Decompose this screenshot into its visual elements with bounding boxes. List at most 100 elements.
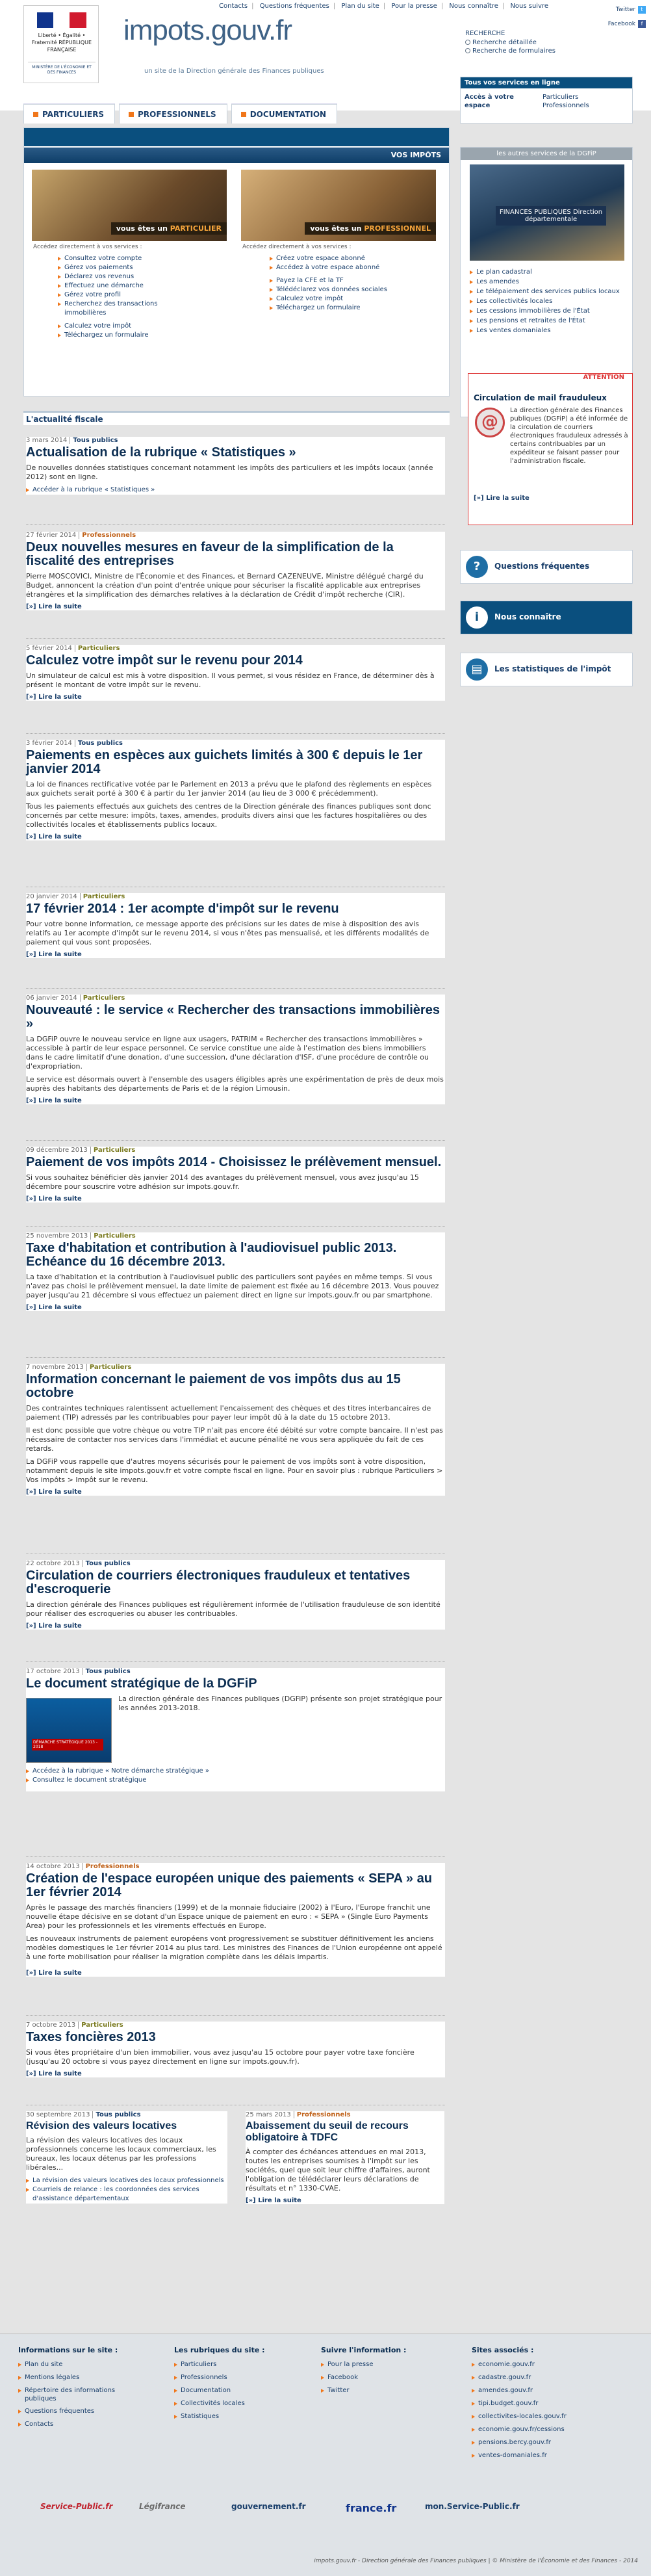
footer-link[interactable]: Twitter: [321, 2384, 406, 2397]
service-calculer-impot[interactable]: Calculez votre impôt: [57, 322, 212, 331]
read-more-link[interactable]: Lire la suite: [26, 1489, 445, 1496]
service-gerer-profil[interactable]: Gérez votre profil: [57, 291, 212, 300]
article-title[interactable]: Paiement de vos impôts 2014 - Choisissez…: [26, 1156, 445, 1169]
footer-link[interactable]: Contacts: [18, 2418, 118, 2431]
footer-link[interactable]: Pour la presse: [321, 2358, 406, 2371]
service-telecharger-formulaire-pro[interactable]: Téléchargez un formulaire: [268, 304, 437, 313]
tab-particuliers[interactable]: PARTICULIERS: [23, 104, 116, 124]
read-more-link[interactable]: Lire la suite: [26, 1195, 445, 1203]
read-more-link[interactable]: Lire la suite: [26, 1622, 445, 1630]
read-more-link[interactable]: Lire la suite: [26, 694, 445, 701]
article-title[interactable]: Circulation de courriers électroniques f…: [26, 1569, 445, 1596]
footer-link[interactable]: Répertoire des informations publiques: [18, 2384, 116, 2405]
faq-button[interactable]: ? Questions fréquentes: [460, 550, 633, 584]
article-link[interactable]: Accédez à la rubrique « Notre démarche s…: [26, 1767, 209, 1776]
footer-link[interactable]: Questions fréquentes: [18, 2405, 118, 2418]
footer-link[interactable]: tipi.budget.gouv.fr: [472, 2397, 567, 2410]
footer-link[interactable]: Mentions légales: [18, 2371, 118, 2384]
toplink-faq[interactable]: Questions fréquentes: [258, 3, 331, 10]
dgfip-service-link[interactable]: Les ventes domaniales: [470, 326, 626, 335]
footer-link[interactable]: Professionnels: [174, 2371, 265, 2384]
dgfip-service-link[interactable]: Les cessions immobilières de l'État: [470, 306, 626, 316]
service-calculer-impot-pro[interactable]: Calculez votre impôt: [268, 294, 437, 304]
article-title[interactable]: Révision des valeurs locatives: [26, 2120, 227, 2132]
read-more-link[interactable]: Lire la suite: [26, 951, 445, 958]
article-title[interactable]: Abaissement du seuil de recours obligato…: [246, 2120, 444, 2144]
article-link[interactable]: Accéder à la rubrique « Statistiques »: [26, 486, 445, 495]
service-telecharger-formulaire[interactable]: Téléchargez un formulaire: [57, 331, 212, 340]
service-transactions-immobilieres[interactable]: Recherchez des transactions immobilières: [57, 300, 173, 318]
article-link[interactable]: Consultez le document stratégique: [26, 1776, 209, 1785]
article-link[interactable]: Courriels de relance : les coordonnées d…: [26, 2185, 227, 2204]
footer-link[interactable]: economie.gouv.fr: [472, 2358, 567, 2371]
service-payer-cfe[interactable]: Payez la CFE et la TF: [268, 276, 437, 285]
article-title[interactable]: Création de l'espace européen unique des…: [26, 1872, 445, 1899]
professionnel-card[interactable]: vous êtes un PROFESSIONNEL: [241, 170, 436, 241]
footer-link[interactable]: Documentation: [174, 2384, 265, 2397]
service-teledeclarer-sociales[interactable]: Télédéclarez vos données sociales: [268, 285, 437, 294]
dgfip-service-link[interactable]: Le télépaiement des services publics loc…: [470, 287, 626, 296]
dgfip-service-link[interactable]: Les collectivités locales: [470, 296, 626, 306]
article-title[interactable]: Calculez votre impôt sur le revenu pour …: [26, 654, 445, 668]
article-title[interactable]: Actualisation de la rubrique « Statistiq…: [26, 446, 445, 460]
article-title[interactable]: 17 février 2014 : 1er acompte d'impôt su…: [26, 902, 445, 916]
toplink-contacts[interactable]: Contacts: [217, 3, 249, 10]
footer-link[interactable]: Facebook: [321, 2371, 406, 2384]
article-title[interactable]: Information concernant le paiement de vo…: [26, 1373, 445, 1400]
footer-link[interactable]: amendes.gouv.fr: [472, 2384, 567, 2397]
footer-link[interactable]: Collectivités locales: [174, 2397, 265, 2410]
attention-read-more[interactable]: [»] Lire la suite: [474, 495, 530, 502]
france-fr-logo[interactable]: france.fr: [346, 2502, 396, 2514]
footer-link[interactable]: pensions.bercy.gouv.fr: [472, 2436, 567, 2449]
dgfip-service-link[interactable]: Les amendes: [470, 277, 626, 287]
space-professionnels-link[interactable]: Professionnels: [542, 101, 589, 110]
strategy-document-cover[interactable]: DÉMARCHE STRATÉGIQUE 2013 - 2018: [26, 1698, 112, 1763]
service-consulter-compte[interactable]: Consultez votre compte: [57, 254, 212, 263]
toplink-follow[interactable]: Nous suivre: [508, 3, 550, 10]
toplink-sitemap[interactable]: Plan du site: [339, 3, 381, 10]
about-button[interactable]: i Nous connaître: [460, 601, 633, 634]
footer-link[interactable]: cadastre.gouv.fr: [472, 2371, 567, 2384]
site-brand[interactable]: impots.gouv.fr: [123, 14, 292, 47]
service-public-logo[interactable]: Service-Public.fr: [40, 2502, 112, 2511]
article-title[interactable]: Deux nouvelles mesures en faveur de la s…: [26, 541, 445, 568]
footer-link[interactable]: ventes-domaniales.fr: [472, 2449, 567, 2462]
space-particuliers-link[interactable]: Particuliers: [542, 93, 589, 101]
toplink-press[interactable]: Pour la presse: [389, 3, 439, 10]
read-more-link[interactable]: Lire la suite: [26, 2070, 445, 2077]
article-title[interactable]: Nouveauté : le service « Rechercher des …: [26, 1004, 445, 1031]
footer-link[interactable]: Plan du site: [18, 2358, 118, 2371]
tab-professionnels[interactable]: PROFESSIONNELS: [119, 104, 227, 124]
legifrance-logo[interactable]: Légifrance: [139, 2502, 186, 2511]
footer-link[interactable]: Particuliers: [174, 2358, 265, 2371]
gouvernement-logo[interactable]: gouvernement.fr: [231, 2502, 306, 2511]
article-link[interactable]: La révision des valeurs locatives des lo…: [26, 2176, 227, 2185]
article-title[interactable]: Le document stratégique de la DGFiP: [26, 1677, 445, 1691]
mon-service-public-logo[interactable]: mon.Service-Public.fr: [425, 2502, 520, 2511]
article-title[interactable]: Taxes foncières 2013: [26, 2031, 445, 2044]
search-option-forms[interactable]: Recherche de formulaires: [465, 47, 628, 55]
article-title[interactable]: Paiements en espèces aux guichets limité…: [26, 749, 445, 776]
read-more-link[interactable]: Lire la suite: [246, 2197, 444, 2204]
read-more-link[interactable]: Lire la suite: [26, 1970, 445, 1977]
tab-documentation[interactable]: DOCUMENTATION: [231, 104, 338, 124]
government-logo[interactable]: Liberté • Égalité • Fraternité RÉPUBLIQU…: [23, 5, 99, 83]
service-declarer-revenus[interactable]: Déclarez vos revenus: [57, 272, 212, 281]
service-creer-espace[interactable]: Créez votre espace abonné: [268, 254, 437, 263]
article-title[interactable]: Taxe d'habitation et contribution à l'au…: [26, 1242, 445, 1269]
statistics-button[interactable]: ▤ Les statistiques de l'impôt: [460, 653, 633, 686]
service-gerer-paiements[interactable]: Gérez vos paiements: [57, 263, 212, 272]
dgfip-service-link[interactable]: Le plan cadastral: [470, 267, 626, 277]
read-more-link[interactable]: Lire la suite: [26, 1097, 445, 1104]
footer-link[interactable]: collectivites-locales.gouv.fr: [472, 2410, 567, 2423]
facebook-link[interactable]: Facebook f: [608, 17, 646, 31]
read-more-link[interactable]: Lire la suite: [26, 833, 445, 840]
dgfip-service-link[interactable]: Les pensions et retraites de l'État: [470, 316, 626, 326]
footer-link[interactable]: Statistiques: [174, 2410, 265, 2423]
footer-link[interactable]: economie.gouv.fr/cessions: [472, 2423, 567, 2436]
particulier-card[interactable]: vous êtes un PARTICULIER: [32, 170, 227, 241]
service-effectuer-demarche[interactable]: Effectuez une démarche: [57, 281, 212, 291]
read-more-link[interactable]: Lire la suite: [26, 603, 445, 610]
read-more-link[interactable]: Lire la suite: [26, 1304, 445, 1311]
service-acceder-espace[interactable]: Accédez à votre espace abonné: [268, 263, 437, 272]
